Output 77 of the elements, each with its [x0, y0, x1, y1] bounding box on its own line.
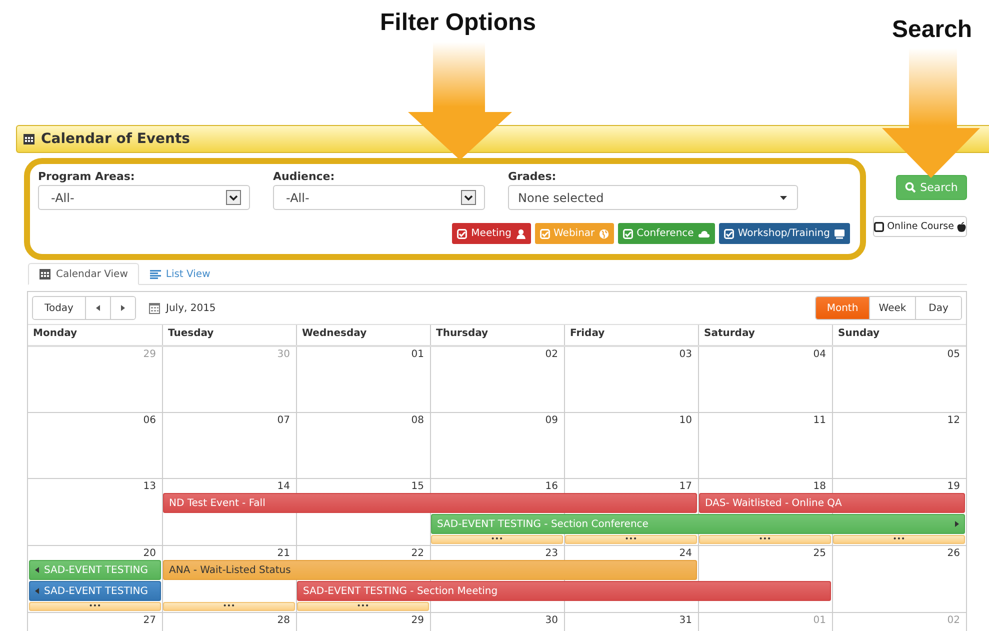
- next-button[interactable]: [110, 297, 135, 319]
- view-tab[interactable]: Calendar View: [28, 263, 139, 285]
- calendar-icon: [39, 268, 51, 280]
- monitor-icon: [834, 228, 845, 238]
- view-button[interactable]: Day: [915, 297, 961, 319]
- day-number: 21: [277, 547, 291, 560]
- day-number: 16: [545, 480, 559, 493]
- day-number: 06: [143, 414, 157, 427]
- day-number: 27: [143, 614, 157, 627]
- category-filter-button[interactable]: Workshop/Training: [718, 223, 850, 244]
- column-header: Friday: [564, 325, 698, 345]
- day-number: 09: [545, 414, 559, 427]
- day-number: 07: [277, 414, 291, 427]
- event-bar[interactable]: SAD-EVENT TESTING - Section Meeting: [297, 581, 831, 601]
- dropdown-field[interactable]: -All-: [273, 185, 485, 210]
- day-number: 17: [679, 480, 693, 493]
- column-header: Sunday: [832, 325, 966, 345]
- day-number: 13: [143, 480, 157, 493]
- left-triangle-icon: [96, 305, 100, 311]
- person-icon: [516, 228, 526, 238]
- day-number: 08: [411, 414, 425, 427]
- field-label: Program Areas:: [38, 170, 135, 183]
- day-number: 20: [143, 547, 157, 560]
- day-number: 29: [411, 614, 425, 627]
- field-label: Grades:: [508, 170, 556, 183]
- event-bar[interactable]: SAD-EVENT TESTING: [29, 581, 161, 601]
- day-number: 14: [277, 480, 291, 493]
- calendar-icon: [23, 133, 35, 145]
- cloud-icon: [698, 230, 710, 238]
- caret-icon: [780, 196, 787, 200]
- event-bar[interactable]: ND Test Event - Fall: [163, 493, 697, 513]
- day-number: 02: [947, 614, 961, 627]
- day-number: 03: [679, 348, 693, 361]
- day-number: 10: [679, 414, 693, 427]
- category-filter-button[interactable]: Meeting: [452, 223, 530, 244]
- column-header: Monday: [32, 327, 78, 341]
- day-number: 30: [277, 348, 291, 361]
- day-number: 01: [813, 614, 827, 627]
- apple-icon: [956, 222, 966, 232]
- day-number: 01: [411, 348, 425, 361]
- period-title: July, 2015: [166, 302, 216, 314]
- column-header: Thursday: [430, 325, 564, 345]
- day-number: 19: [947, 480, 961, 493]
- online-course-toggle[interactable]: Online Course: [873, 216, 967, 237]
- dropdown-field[interactable]: -All-: [38, 185, 250, 210]
- day-number: 11: [813, 414, 827, 427]
- panel-title: Calendar of Events: [41, 131, 190, 147]
- annotation-label: Search: [892, 16, 972, 44]
- annotation-label: Filter Options: [380, 9, 536, 37]
- column-header: Saturday: [698, 325, 832, 345]
- day-number: 30: [545, 614, 559, 627]
- day-number: 29: [143, 348, 157, 361]
- day-number: 26: [947, 547, 961, 560]
- day-number: 23: [545, 547, 559, 560]
- search-icon: [905, 182, 916, 193]
- day-number: 12: [947, 414, 961, 427]
- column-header: Tuesday: [162, 325, 296, 345]
- dropdown-field[interactable]: None selected: [508, 185, 798, 210]
- day-number: 15: [411, 480, 425, 493]
- column-header: Wednesday: [296, 325, 430, 345]
- day-number: 25: [813, 547, 827, 560]
- event-bar[interactable]: ANA - Wait-Listed Status: [163, 560, 697, 580]
- view-tab[interactable]: List View: [138, 263, 222, 285]
- event-bar[interactable]: DAS- Waitlisted - Online QA: [699, 493, 965, 513]
- globe-icon: [598, 228, 609, 238]
- day-number: 18: [813, 480, 827, 493]
- day-number: 05: [947, 348, 961, 361]
- right-triangle-icon: [121, 305, 125, 311]
- field-label: Audience:: [273, 170, 335, 183]
- day-number: 28: [277, 614, 291, 627]
- day-number: 22: [411, 547, 425, 560]
- list-icon: [150, 270, 161, 278]
- day-number: 24: [679, 547, 693, 560]
- calendar-icon: [149, 302, 160, 314]
- day-number: 02: [545, 348, 559, 361]
- day-number: 31: [679, 614, 693, 627]
- day-number: 04: [813, 348, 827, 361]
